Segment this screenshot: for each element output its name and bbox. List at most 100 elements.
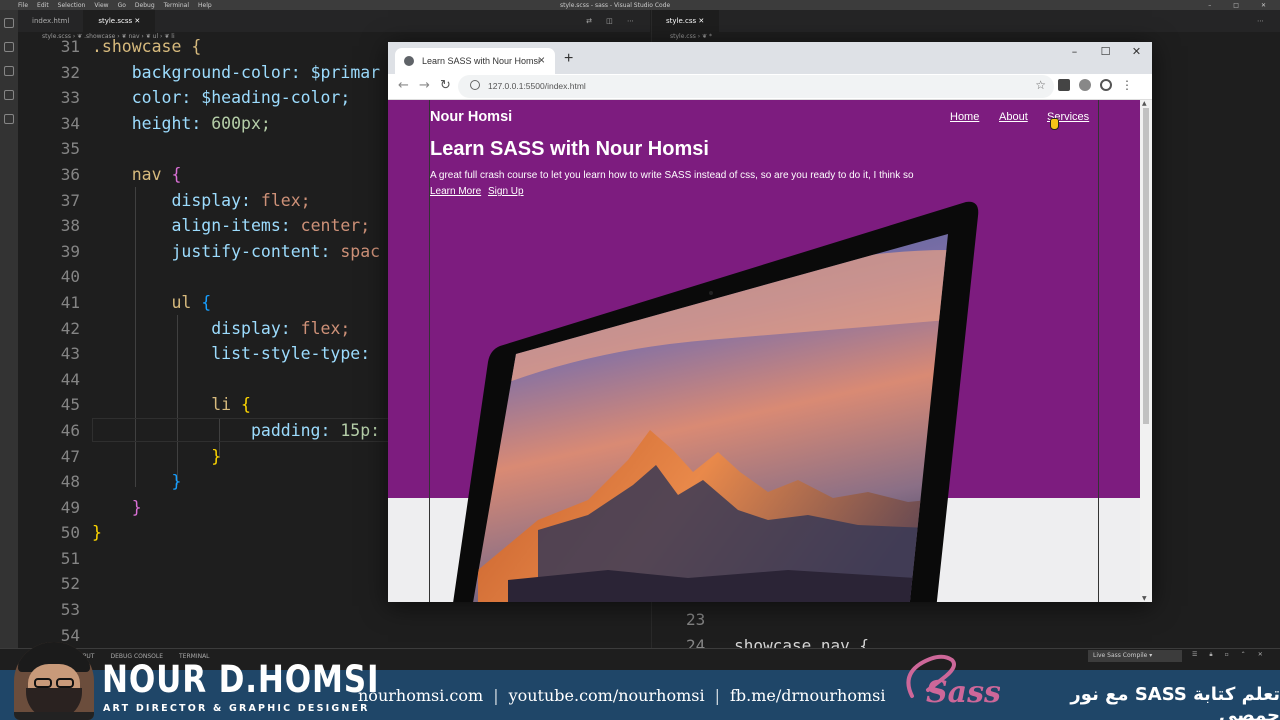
code-token: spac	[340, 241, 381, 261]
separator: |	[714, 686, 720, 705]
extension-icon[interactable]	[1058, 79, 1070, 91]
profile-icon[interactable]	[1100, 79, 1112, 91]
website-link[interactable]: nourhomsi.com	[358, 686, 483, 705]
debug-icon[interactable]	[4, 90, 14, 100]
menu-debug[interactable]: Debug	[135, 2, 155, 9]
line-number: 50	[60, 523, 80, 543]
collapse-icon[interactable]: ▫	[1225, 651, 1229, 659]
code-token: $primar	[310, 62, 381, 82]
bookmark-star-icon[interactable]: ☆	[1035, 78, 1046, 92]
sass-logo-text: Sass	[926, 675, 1000, 710]
course-title-arabic: تعلم كتابة SASS مع نور حمصي	[1070, 684, 1280, 720]
chevron-up-icon[interactable]: ⌃	[1241, 651, 1246, 659]
browser-tab-strip: Learn SASS with Nour Homsi × + – ☐ ✕	[388, 42, 1152, 74]
minimize-icon[interactable]: –	[1208, 2, 1211, 9]
menu-help[interactable]: Help	[198, 2, 212, 9]
close-tab-icon[interactable]: ✕	[698, 17, 704, 25]
right-line-number: 23	[686, 610, 706, 629]
menu-view[interactable]: View	[94, 2, 108, 9]
presenter-avatar	[14, 642, 94, 720]
nav-home[interactable]: Home	[950, 111, 979, 123]
code-token: flex;	[260, 190, 311, 210]
line-number: 32	[60, 62, 80, 82]
menu-edit[interactable]: Edit	[37, 2, 49, 9]
close-panel-icon[interactable]: ✕	[1258, 651, 1263, 659]
menu-terminal[interactable]: Terminal	[164, 2, 189, 9]
browser-toolbar-icons: ⋮	[1058, 79, 1133, 91]
maximize-icon[interactable]: □	[1233, 2, 1239, 9]
line-number: 40	[60, 267, 80, 287]
line-number: 44	[60, 369, 80, 389]
url-text: 127.0.0.1:5500/index.html	[488, 81, 586, 91]
tab-index-html[interactable]: index.html	[18, 10, 85, 32]
code-token: .showcase {	[92, 37, 202, 56]
output-channel-select[interactable]: Live Sass Compile ▾	[1088, 650, 1182, 662]
info-icon[interactable]	[470, 80, 480, 90]
close-icon[interactable]: ✕	[1121, 42, 1152, 62]
youtube-link[interactable]: youtube.com/nourhomsi	[509, 686, 705, 705]
code-token: color:	[131, 88, 192, 108]
clear-output-icon[interactable]: ☰	[1192, 651, 1197, 659]
line-number: 41	[60, 292, 80, 312]
menu-selection[interactable]: Selection	[58, 2, 86, 9]
menu-dots-icon[interactable]: ⋮	[1121, 79, 1133, 91]
code-token: li	[211, 395, 232, 415]
minimize-icon[interactable]: –	[1059, 42, 1090, 62]
page-scrollbar[interactable]: ▲ ▼	[1140, 100, 1152, 602]
presenter-name: NOUR D.HOMSI	[102, 658, 380, 701]
right-editor-tabs: style.css ✕ ⋯	[652, 10, 1280, 32]
close-tab-icon[interactable]: ✕	[134, 17, 140, 25]
facebook-link[interactable]: fb.me/drnourhomsi	[730, 686, 886, 705]
right-breadcrumb[interactable]: style.css › ❦ *	[670, 32, 712, 42]
explorer-icon[interactable]	[4, 18, 14, 28]
address-bar[interactable]: 127.0.0.1:5500/index.html ☆	[458, 75, 1054, 98]
extension-icon[interactable]	[1079, 79, 1091, 91]
close-icon[interactable]: ✕	[1261, 2, 1266, 9]
code-token: ul	[171, 292, 192, 312]
code-token: height:	[131, 113, 202, 133]
back-icon[interactable]: ←	[398, 78, 409, 93]
more-actions-icon[interactable]: ⋯	[1257, 10, 1264, 32]
line-number: 52	[60, 574, 80, 594]
menu-file[interactable]: File	[18, 2, 28, 9]
tab-style-css[interactable]: style.css ✕	[652, 10, 720, 32]
tab-style-scss[interactable]: style.scss ✕	[84, 10, 156, 32]
code-token: align-items:	[171, 216, 291, 236]
search-icon[interactable]	[4, 42, 14, 52]
line-number: 39	[60, 241, 80, 261]
maximize-icon[interactable]: ☐	[1090, 42, 1121, 62]
browser-tab[interactable]: Learn SASS with Nour Homsi ×	[395, 48, 555, 74]
extensions-icon[interactable]	[4, 114, 14, 124]
menu-go[interactable]: Go	[118, 2, 126, 9]
close-tab-icon[interactable]: ×	[538, 53, 545, 67]
container-edge	[1098, 100, 1099, 602]
vscode-titlebar: File Edit Selection View Go Debug Termin…	[0, 0, 1280, 10]
shirt	[14, 712, 94, 720]
code-token: }	[171, 472, 182, 492]
line-number: 46	[60, 420, 80, 440]
browser-window-controls: – ☐ ✕	[1059, 42, 1152, 62]
code-token: nav	[131, 164, 162, 184]
forward-icon[interactable]: →	[419, 78, 430, 93]
line-number: 48	[60, 472, 80, 492]
browser-window: Learn SASS with Nour Homsi × + – ☐ ✕ ← →…	[388, 42, 1152, 602]
nav-about[interactable]: About	[999, 111, 1028, 123]
browser-tab-title: Learn SASS with Nour Homsi	[422, 56, 541, 66]
editor-actions-icon[interactable]: ⇄ ◫ ⋯	[586, 10, 640, 32]
scrollbar-thumb[interactable]	[1143, 108, 1149, 424]
site-brand[interactable]: Nour Homsi	[430, 109, 512, 125]
line-number: 51	[60, 548, 80, 568]
reload-icon[interactable]: ↻	[440, 78, 451, 93]
page-lead-text: A great full crash course to let you lea…	[430, 170, 914, 181]
scroll-up-icon[interactable]: ▲	[1142, 100, 1147, 107]
code-token: {	[241, 395, 251, 415]
line-number: 38	[60, 216, 80, 236]
lock-icon[interactable]: 🔒︎	[1209, 651, 1212, 659]
new-tab-icon[interactable]: +	[564, 50, 573, 68]
source-control-icon[interactable]	[4, 66, 14, 76]
editor-tabs: index.html style.scss ✕ ⇄ ◫ ⋯	[18, 10, 650, 32]
scroll-down-icon[interactable]: ▼	[1142, 595, 1147, 602]
tab-style-scss-label: style.scss	[98, 17, 133, 25]
sign-up-link[interactable]: Sign Up	[488, 186, 524, 197]
learn-more-link[interactable]: Learn More	[430, 186, 481, 197]
